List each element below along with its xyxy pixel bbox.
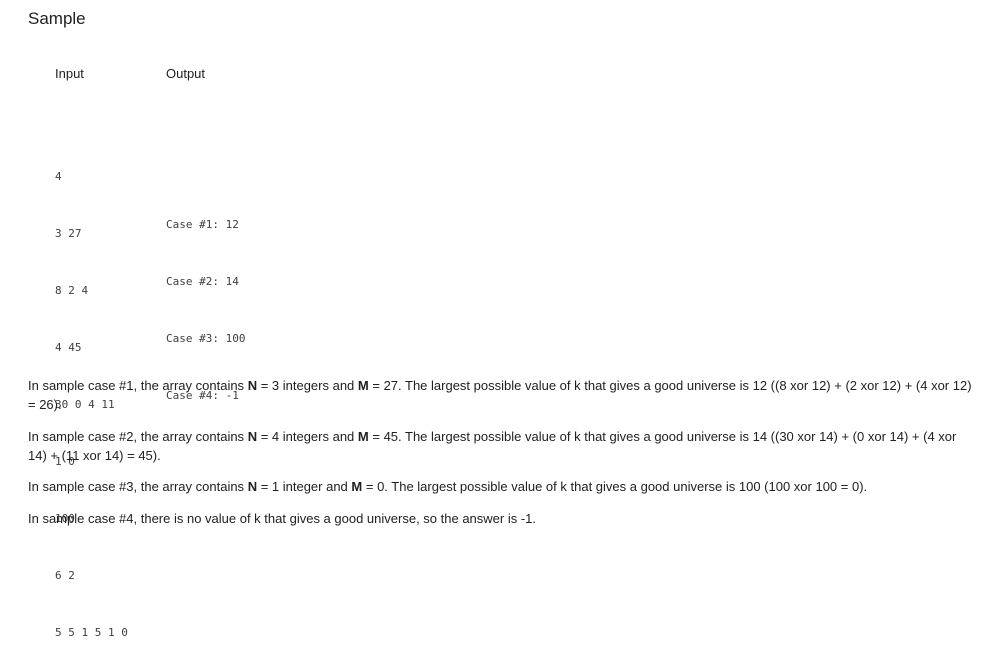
input-line: 8 2 4 xyxy=(55,284,89,297)
variable-m: M xyxy=(357,378,369,393)
variable-n: N xyxy=(247,378,258,393)
section-title: Sample xyxy=(28,9,86,28)
explanation-text: = 3 integers and xyxy=(257,378,358,393)
explanation-case-1: In sample case #1, the array contains N … xyxy=(28,376,978,414)
output-column-header: Output xyxy=(166,66,206,81)
output-line: Case #1: 12 xyxy=(166,218,239,231)
explanation-case-2: In sample case #2, the array contains N … xyxy=(28,427,978,465)
explanation-text: In sample case #3, the array contains xyxy=(28,479,248,494)
input-line: 4 xyxy=(55,170,62,183)
explanation-text: In sample case #2, the array contains xyxy=(28,429,248,444)
variable-m: M xyxy=(351,479,363,494)
input-line: 6 2 xyxy=(55,569,75,582)
input-line: 5 5 1 5 1 0 xyxy=(55,626,128,639)
explanation-text: = 1 integer and xyxy=(257,479,352,494)
output-line: Case #3: 100 xyxy=(166,332,246,345)
variable-m: M xyxy=(357,429,369,444)
explanation-text: In sample case #1, the array contains xyxy=(28,378,248,393)
explanation-case-3: In sample case #3, the array contains N … xyxy=(28,477,978,496)
variable-n: N xyxy=(247,429,258,444)
explanation-text: = 0. The largest possible value of k tha… xyxy=(362,479,868,494)
output-line: Case #2: 14 xyxy=(166,275,239,288)
explanation-case-4: In sample case #4, there is no value of … xyxy=(28,511,537,526)
input-column-header: Input xyxy=(55,66,84,81)
explanation-text: = 4 integers and xyxy=(257,429,358,444)
variable-n: N xyxy=(247,479,258,494)
input-line: 4 45 xyxy=(55,341,82,354)
input-line: 3 27 xyxy=(55,227,82,240)
